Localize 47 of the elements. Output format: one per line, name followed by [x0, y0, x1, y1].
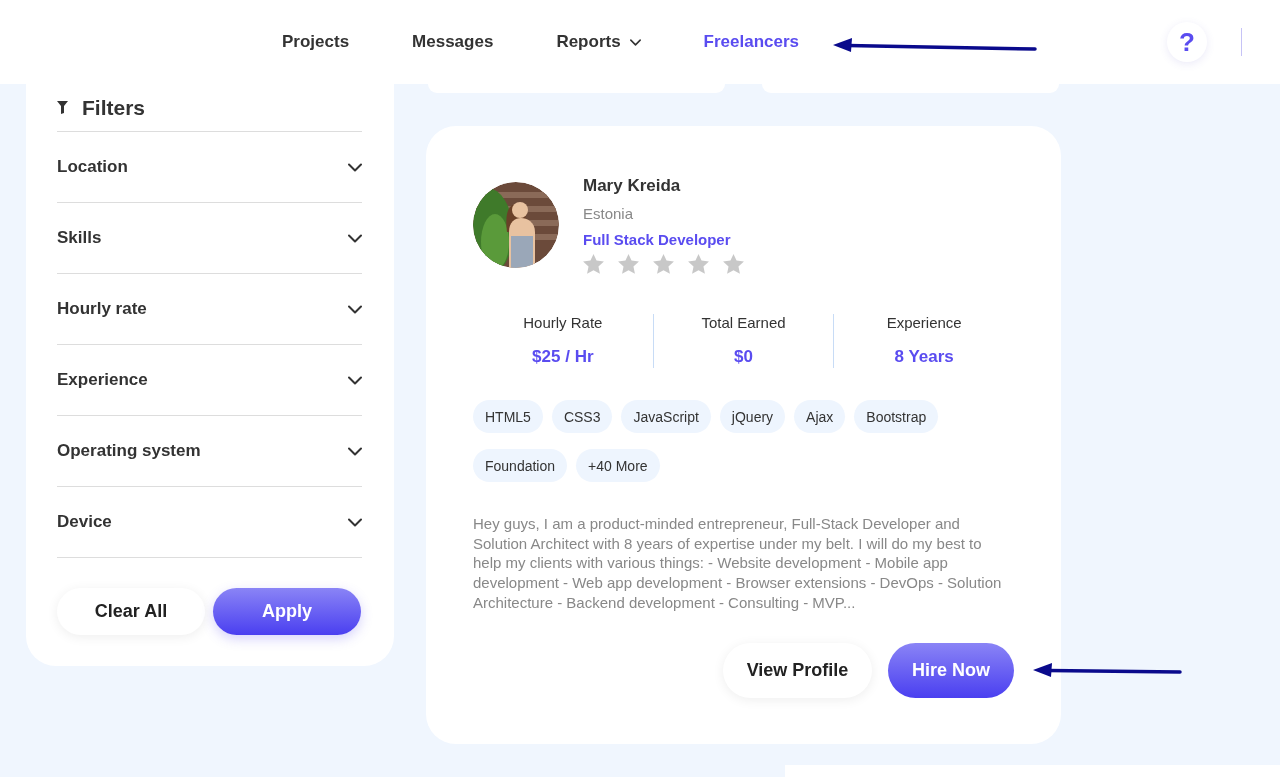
skill-tag: Foundation — [473, 449, 568, 482]
filter-label: Location — [57, 157, 128, 177]
nav-link[interactable]: Messages — [412, 32, 494, 52]
clear-button[interactable]: Clear All — [57, 588, 205, 635]
stat-label: Experience — [886, 314, 962, 331]
filter-row[interactable]: Device — [57, 487, 362, 558]
skill-tag: Bootstrap — [854, 400, 939, 433]
filter-row[interactable]: Skills — [57, 203, 362, 274]
filter-label: Operating system — [57, 441, 201, 461]
skill-tag: Ajax — [794, 400, 846, 433]
filter-row[interactable]: Experience — [57, 345, 362, 416]
help-button[interactable]: ? — [1167, 22, 1207, 62]
nav-link[interactable]: Projects — [282, 32, 350, 52]
stat-value: 8 Years — [894, 347, 954, 367]
star-icon — [583, 254, 604, 274]
freelancer-location: Estonia — [583, 205, 635, 222]
skill-tag: +40 More — [576, 449, 660, 482]
nav-link[interactable]: Freelancers — [703, 32, 800, 52]
skill-tag: CSS3 — [551, 400, 613, 433]
skill-tag: jQuery — [719, 400, 786, 433]
freelancer-name: Mary Kreida — [583, 176, 682, 196]
filter-label: Hourly rate — [57, 299, 147, 319]
skill-tag: JavaScript — [621, 400, 711, 433]
freelancer-title: Full Stack Developer — [583, 231, 732, 248]
stat-label: Hourly Rate — [523, 314, 603, 331]
star-icon — [688, 254, 709, 274]
filter-row[interactable]: Location — [57, 132, 362, 203]
filter-label: Experience — [57, 370, 148, 390]
hire-button[interactable]: Hire Now — [888, 642, 1014, 698]
panel-title: Filters — [82, 95, 146, 120]
filter-label: Device — [57, 512, 112, 532]
stat-label: Total Earned — [701, 314, 786, 331]
view-profile-button[interactable]: View Profile — [723, 642, 872, 698]
star-icon — [618, 254, 639, 274]
skill-tag: HTML5 — [473, 400, 543, 433]
star-icon — [653, 254, 674, 274]
filter-icon — [57, 101, 68, 114]
apply-button[interactable]: Apply — [213, 588, 361, 635]
caret-icon — [629, 38, 641, 46]
nav-link[interactable]: Reports — [556, 32, 641, 52]
freelancer-description: Hey guys, I am a product-minded entrepreneur, Full-Stack Developer and Solution Architect with 8 years of expertise under my belt. I will do my best to help my clients with various things: - Website development - Mobile app development - Web app development - Browser extensions - DevOps - Solution Architecture - Backend development - Consulting - MVP... — [473, 514, 1003, 613]
stat-value: $25 / Hr — [532, 347, 594, 367]
star-icon — [723, 254, 744, 274]
filter-row[interactable]: Hourly rate — [57, 274, 362, 345]
stat-value: $0 — [734, 347, 753, 367]
filter-label: Skills — [57, 228, 102, 248]
filter-row[interactable]: Operating system — [57, 416, 362, 487]
